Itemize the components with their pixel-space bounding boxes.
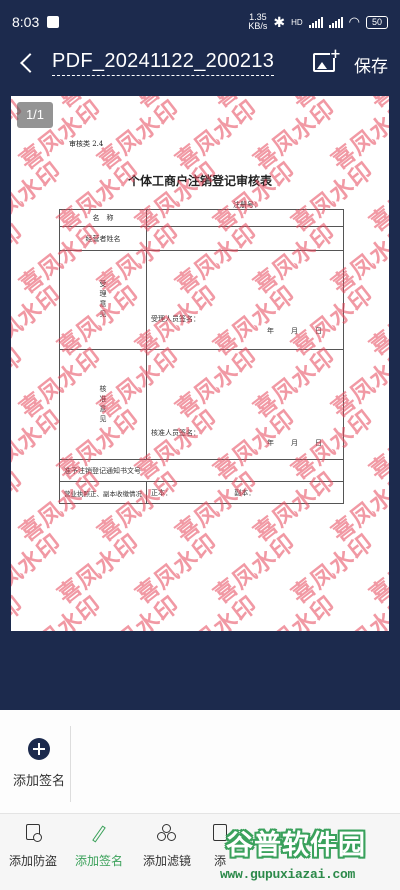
watermark-text: 喜凤水印 [361,96,389,114]
plus-icon: + [330,47,341,62]
watermark-text: 喜凤水印 [365,405,389,486]
site-watermark-overlay: 谷普软件园 www.gupuxiazai.com [220,810,400,890]
watermark-text: 喜凤水印 [323,586,389,631]
operator-value [146,226,344,251]
approve-label: 核准意见 [99,384,107,425]
watermark-text: 喜凤水印 [49,96,146,114]
approve-person-label: 核准人员签名： [151,429,200,437]
form-table: 名 称 经营者姓名 受理意见 受理人员签名： 年 月 日 核准意见 核准人员签名… [59,209,344,504]
site-logo: 谷普软件园 [226,830,366,861]
watermark-text: 喜凤水印 [287,529,379,610]
network-type: HD [291,17,303,27]
watermark-text: 喜凤水印 [53,529,145,610]
signature-panel: 添加签名 [0,710,400,813]
name-value [146,209,344,227]
watermark-text: 喜凤水印 [11,343,29,424]
name-label: 名 称 [59,209,147,227]
watermark-text: 喜凤水印 [365,529,389,610]
watermark-text: 喜凤水印 [283,96,380,114]
save-button[interactable]: 保存 [354,52,388,77]
watermark-text: 喜凤水印 [209,529,301,610]
tool-anti-theft[interactable]: 添加防盗 [0,824,66,869]
watermark-text: 喜凤水印 [205,96,302,114]
divider [70,726,71,802]
top-bar: PDF_20241122_200213 + 保存 [0,44,400,84]
accept-date: 年 月 日 [267,327,323,335]
add-circle-icon [28,738,50,760]
watermark-text: 喜凤水印 [365,157,389,238]
pen-icon [92,825,106,843]
wifi-icon: ◠ [348,14,360,29]
document-title[interactable]: PDF_20241122_200213 [52,50,275,76]
add-signature-label: 添加签名 [12,774,65,789]
filter-icon [157,824,177,842]
watermark-text: 喜凤水印 [249,96,341,176]
site-url: www.gupuxiazai.com [220,867,356,882]
clock: 8:03 [12,14,40,30]
original-label: 正本： [151,488,172,497]
watermark-text: 喜凤水印 [89,586,186,631]
watermark-text: 喜凤水印 [171,96,263,176]
watermark-text: 喜凤水印 [11,219,29,300]
copy-label: 副本： [234,488,256,497]
status-bar: 8:03 1.35 KB/s ✱ HD ◠ 50 [0,0,400,44]
back-button[interactable] [16,48,38,78]
watermark-text: 喜凤水印 [131,529,223,610]
signal-icon [308,16,323,28]
approve-date: 年 月 日 [267,439,323,447]
document-page[interactable]: 1/1 审核类 2.4 个体工商户注销登记审核表 注册号： 名 称 经营者姓名 … [11,96,389,631]
battery-icon: 50 [366,15,388,29]
notification-icon [47,16,60,28]
tool-signature[interactable]: 添加签名 [66,824,132,869]
bluetooth-icon: ✱ [273,13,286,30]
notice-label: 准予注销登记通知书文号 [59,459,344,482]
form-title: 个体工商户注销登记审核表 [127,174,272,188]
accept-person-label: 受理人员签名： [151,315,200,323]
accept-cell: 受理人员签名： 年 月 日 [146,250,344,350]
watermark-text: 喜凤水印 [11,467,29,548]
signal-icon-2 [328,16,343,28]
page-indicator: 1/1 [17,102,53,128]
watermark-text: 喜凤水印 [11,586,107,631]
accept-label: 受理意见 [99,280,107,320]
form-number: 审核类 2.4 [69,140,104,148]
approve-cell: 核准人员签名： 年 月 日 [146,349,344,460]
net-speed: 1.35 KB/s [248,12,268,31]
watermark-text: 喜凤水印 [167,586,264,631]
add-signature-button[interactable]: 添加签名 [10,735,68,795]
watermark-text: 喜凤水印 [93,96,185,176]
license-label: 营业执照正、副本收缴情况 [59,481,147,504]
watermark-text: 喜凤水印 [365,281,389,362]
tool-filter[interactable]: 添加滤镜 [134,824,200,869]
watermark-text: 喜凤水印 [127,96,224,114]
operator-label: 经营者姓名 [59,226,147,251]
watermark-text: 喜凤水印 [245,586,342,631]
watermark-text: 喜凤水印 [11,586,29,631]
watermark-text: 喜凤水印 [327,96,389,176]
shield-doc-icon [26,824,42,842]
watermark-text: 喜凤水印 [11,529,67,610]
